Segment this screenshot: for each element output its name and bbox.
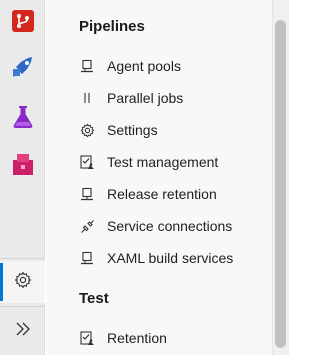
nav-item-release-retention[interactable]: Release retention	[79, 181, 269, 207]
rail-item-organization-settings[interactable]	[0, 261, 45, 303]
nav-item-agent-pools[interactable]: Agent pools	[79, 53, 269, 79]
nav-item-retention[interactable]: Retention	[79, 325, 269, 351]
agent-icon	[79, 250, 95, 266]
section-title-pipelines: Pipelines	[79, 18, 145, 35]
scrollbar-thumb[interactable]	[275, 20, 286, 348]
artifacts-icon	[10, 151, 36, 182]
nav-item-label: Parallel jobs	[107, 90, 184, 106]
test-plans-icon	[10, 104, 36, 135]
gear-icon	[79, 122, 95, 138]
rail-item-pipelines[interactable]	[0, 48, 45, 90]
repos-icon	[11, 9, 35, 38]
nav-item-service-connections[interactable]: Service connections	[79, 213, 269, 239]
nav-item-label: Test management	[107, 154, 219, 170]
nav-item-label: Agent pools	[107, 58, 181, 74]
checklist-icon	[79, 330, 95, 346]
nav-item-test-management[interactable]: Test management	[79, 149, 269, 175]
rail-divider	[0, 306, 45, 307]
nav-item-label: Settings	[107, 122, 158, 138]
parallel-icon	[79, 90, 95, 106]
pipelines-icon	[10, 54, 36, 85]
rail-item-repos[interactable]	[0, 2, 45, 44]
plug-icon	[79, 218, 95, 234]
rail-item-test-plans[interactable]	[0, 98, 45, 140]
app-rail	[0, 0, 45, 355]
chevrons-right-icon	[14, 321, 32, 342]
nav-item-xaml-build-services[interactable]: XAML build services	[79, 245, 269, 271]
nav-item-label: XAML build services	[107, 250, 234, 266]
section-title-test: Test	[79, 290, 109, 307]
agent-icon	[79, 58, 95, 74]
checklist-icon	[79, 154, 95, 170]
settings-nav-panel: Pipelines Agent pools Parallel jobs Sett…	[46, 0, 272, 355]
gear-icon	[14, 271, 32, 294]
rail-item-artifacts[interactable]	[0, 145, 45, 187]
rail-divider	[0, 258, 45, 259]
expand-nav-button[interactable]	[0, 310, 45, 352]
nav-item-parallel-jobs[interactable]: Parallel jobs	[79, 85, 269, 111]
nav-item-label: Release retention	[107, 186, 217, 202]
nav-item-label: Service connections	[107, 218, 233, 234]
retention-icon	[79, 186, 95, 202]
nav-item-label: Retention	[107, 330, 167, 346]
nav-item-settings[interactable]: Settings	[79, 117, 269, 143]
